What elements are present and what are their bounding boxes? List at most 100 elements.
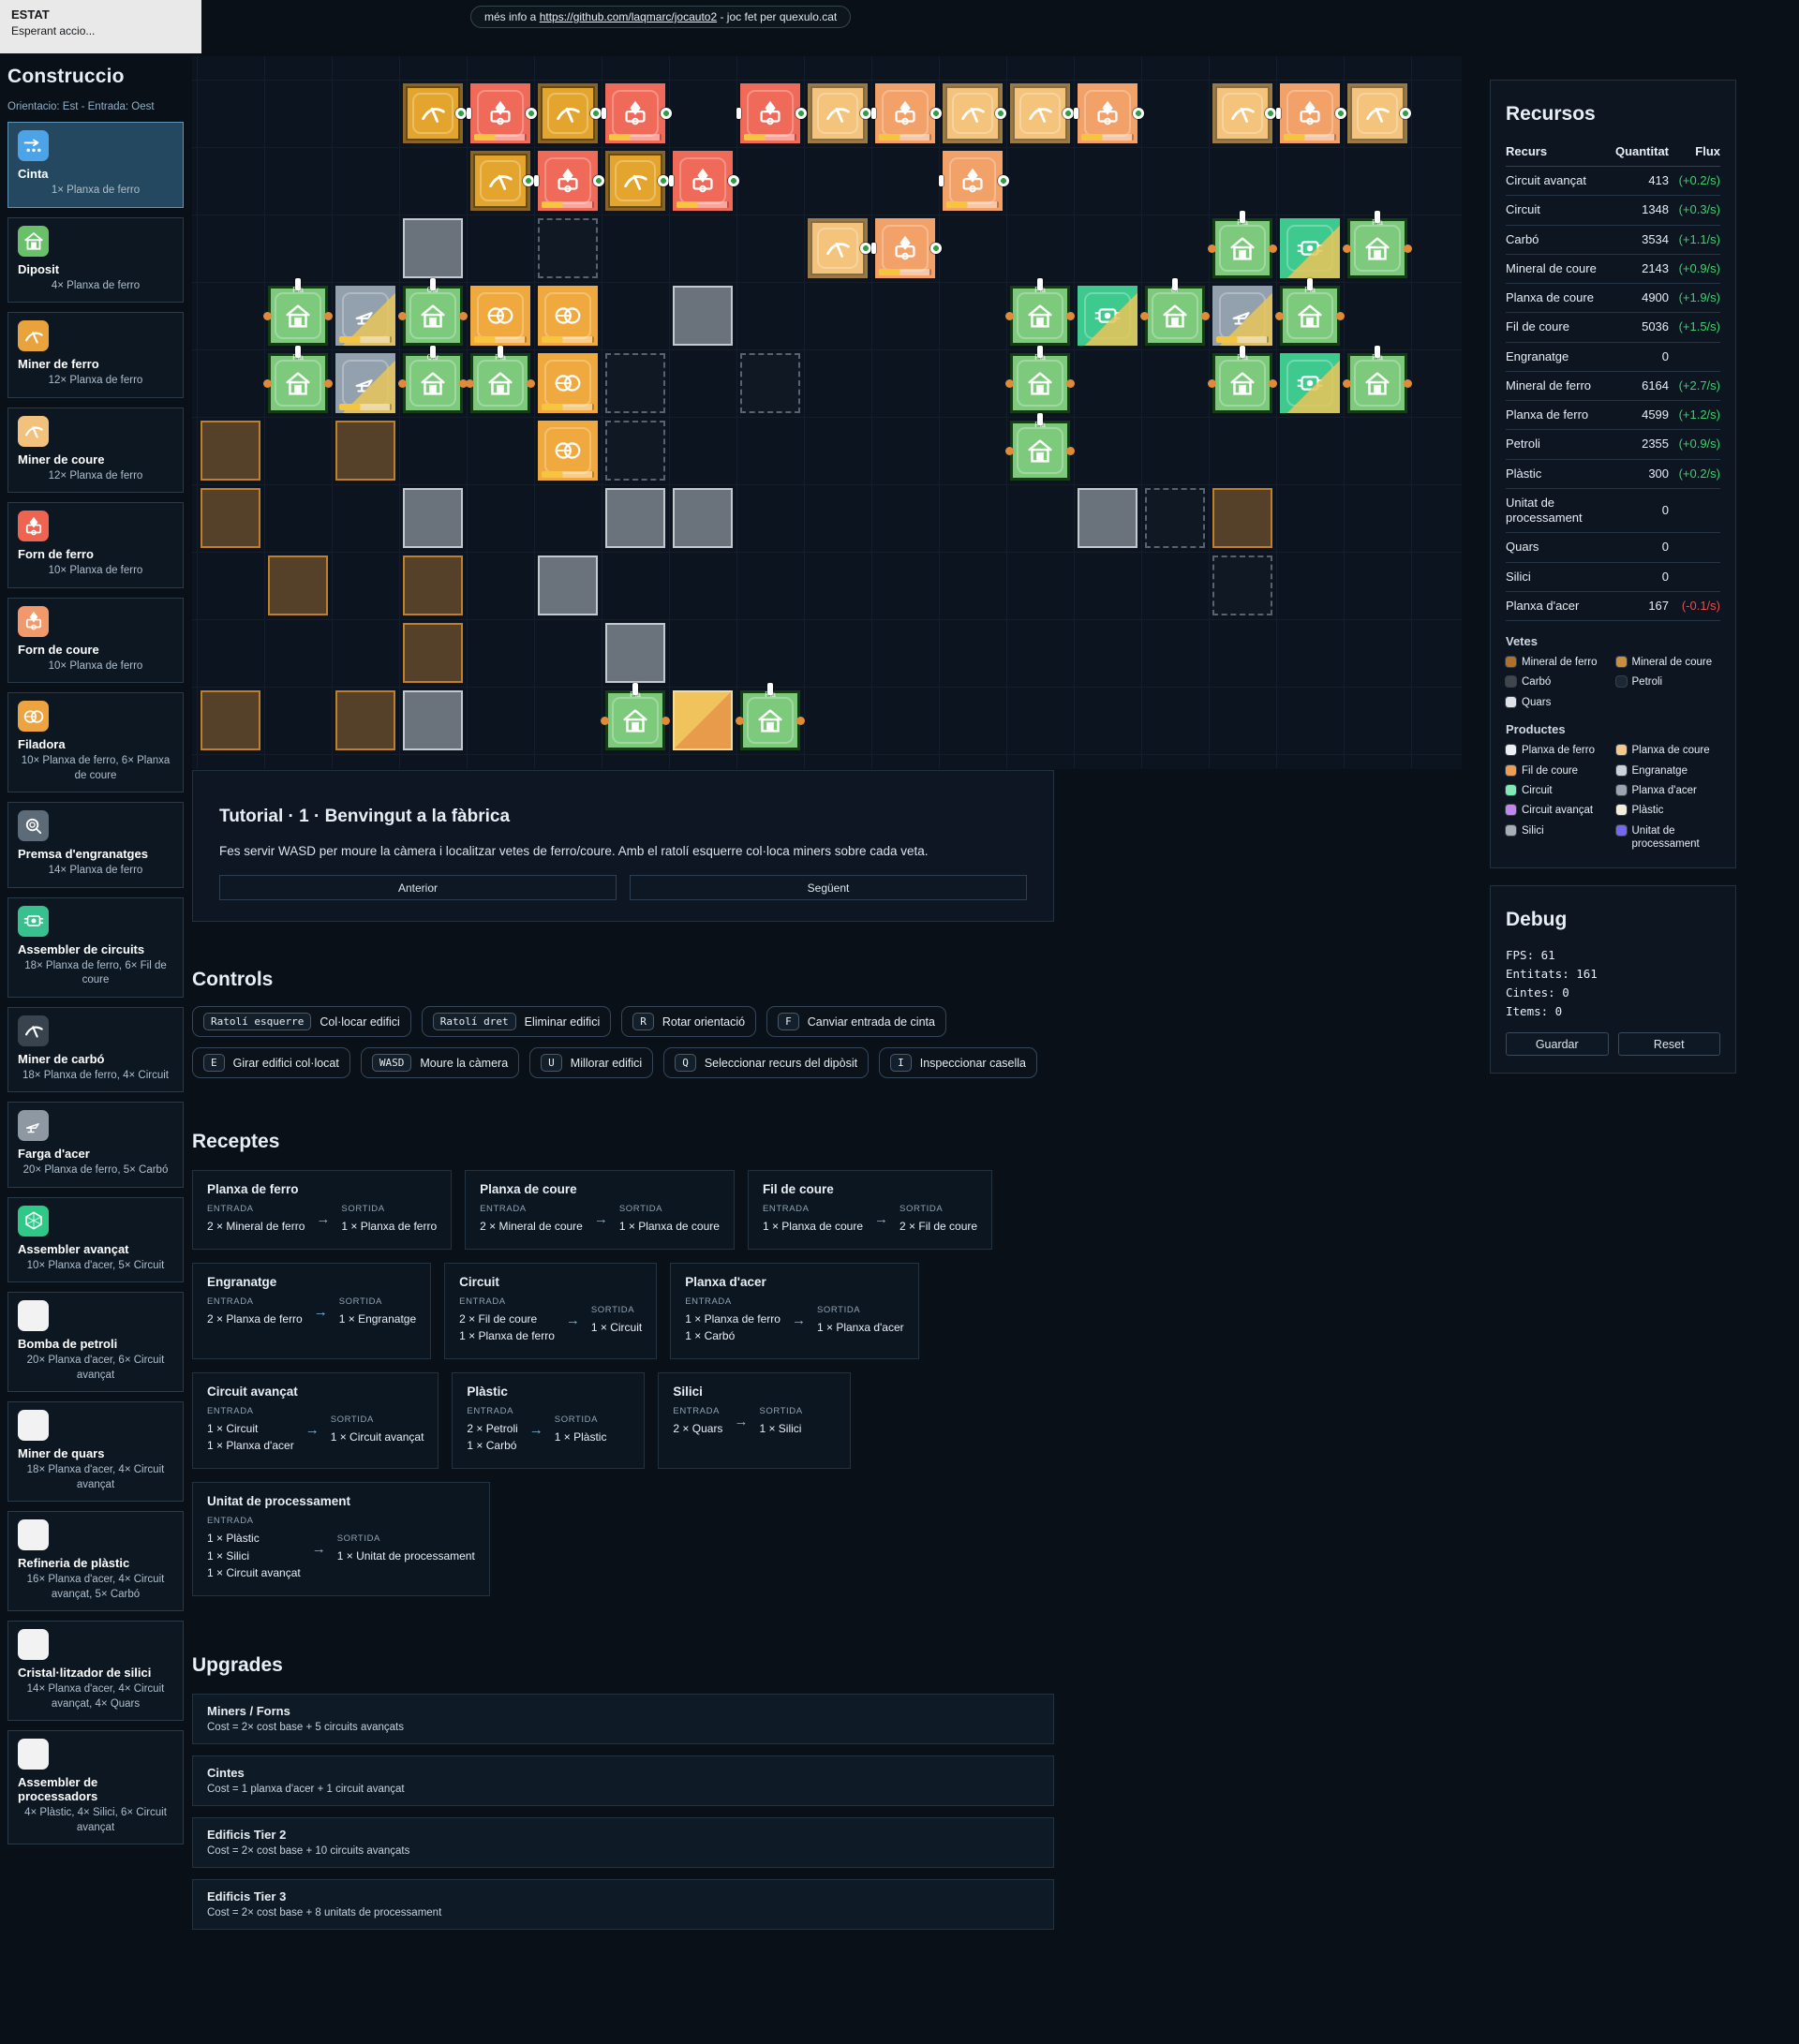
- tile-roca[interactable]: [403, 218, 463, 278]
- build-item[interactable]: Farga d'acer20× Planxa de ferro, 5× Carb…: [7, 1102, 184, 1188]
- tile-diposit[interactable]: Pla: [1347, 218, 1407, 278]
- tile-filadora[interactable]: [538, 353, 598, 413]
- tile-diposit[interactable]: Pla: [1010, 286, 1070, 346]
- build-item[interactable]: Miner de coure12× Planxa de ferro: [7, 407, 184, 494]
- tile-miner-coure[interactable]: [1347, 83, 1407, 143]
- tile-forn-ferro[interactable]: [605, 83, 665, 143]
- tile-casella-buida[interactable]: [1212, 555, 1272, 615]
- tile-diposit[interactable]: Pla: [1212, 353, 1272, 413]
- upgrade-row[interactable]: Edificis Tier 2Cost = 2× cost base + 10 …: [192, 1817, 1054, 1868]
- build-item[interactable]: Refineria de plàstic16× Planxa d'acer, 4…: [7, 1511, 184, 1611]
- tile-roca[interactable]: [605, 623, 665, 683]
- tile-miner-coure[interactable]: [943, 83, 1003, 143]
- build-item[interactable]: Miner de quars18× Planxa d'acer, 4× Circ…: [7, 1401, 184, 1502]
- tile-roca[interactable]: [673, 286, 733, 346]
- tile-miner-ferro[interactable]: [403, 83, 463, 143]
- tile-casella-buida[interactable]: [538, 218, 598, 278]
- tile-diposit[interactable]: Gr: [1145, 286, 1205, 346]
- tile-miner-ferro[interactable]: [605, 151, 665, 211]
- tile-diposit[interactable]: Pla: [470, 353, 530, 413]
- tile-forn-ferro[interactable]: [740, 83, 800, 143]
- build-item[interactable]: Forn de ferro10× Planxa de ferro: [7, 502, 184, 588]
- reset-button[interactable]: Reset: [1618, 1032, 1721, 1056]
- tile-forn-ferro[interactable]: [470, 83, 530, 143]
- build-item[interactable]: Assembler de circuits18× Planxa de ferro…: [7, 897, 184, 998]
- tile-splitter[interactable]: [673, 690, 733, 750]
- tile-miner-ferro[interactable]: [470, 151, 530, 211]
- tile-veta-ferro[interactable]: [335, 421, 395, 481]
- tile-veta-ferro[interactable]: [201, 690, 260, 750]
- build-item[interactable]: Cristal·litzador de silici14× Planxa d'a…: [7, 1621, 184, 1721]
- tile-diposit[interactable]: Pla: [268, 353, 328, 413]
- tile-veta-ferro[interactable]: [335, 690, 395, 750]
- build-item[interactable]: Miner de carbó18× Planxa de ferro, 4× Ci…: [7, 1007, 184, 1093]
- recipe-input: 1 × Circuit avançat: [207, 1564, 301, 1582]
- tile-veta-ferro[interactable]: [201, 421, 260, 481]
- tile-forn-ferro[interactable]: [673, 151, 733, 211]
- tutorial-next-button[interactable]: Següent: [630, 875, 1027, 900]
- tile-forn-ferro[interactable]: [538, 151, 598, 211]
- tile-miner-coure[interactable]: [1212, 83, 1272, 143]
- tile-diposit[interactable]: Car: [403, 286, 463, 346]
- build-item[interactable]: Premsa d'engranatges14× Planxa de ferro: [7, 802, 184, 888]
- tile-miner-coure[interactable]: [808, 83, 868, 143]
- tile-diposit[interactable]: Pla: [1280, 286, 1340, 346]
- game-canvas[interactable]: PlaPlaPlaCarPlaGrPlaPlaCarPlaPlaPlaPlaPl…: [192, 56, 1462, 769]
- tile-filadora[interactable]: [538, 421, 598, 481]
- tile-veta-ferro[interactable]: [403, 555, 463, 615]
- tile-veta-ferro[interactable]: [1212, 488, 1272, 548]
- tile-casella-buida[interactable]: [740, 353, 800, 413]
- tile-roca[interactable]: [673, 488, 733, 548]
- tile-diposit[interactable]: Pla: [605, 690, 665, 750]
- tile-farga[interactable]: [1212, 286, 1272, 346]
- tile-diposit[interactable]: Pla: [1347, 353, 1407, 413]
- tile-farga[interactable]: [335, 286, 395, 346]
- build-item[interactable]: Cinta1× Planxa de ferro: [7, 122, 184, 208]
- build-item[interactable]: Diposit4× Planxa de ferro: [7, 217, 184, 304]
- tile-assembler[interactable]: [1280, 353, 1340, 413]
- tile-forn-coure[interactable]: [1078, 83, 1137, 143]
- tile-casella-buida[interactable]: [605, 353, 665, 413]
- tile-forn-coure[interactable]: [875, 218, 935, 278]
- tile-veta-ferro[interactable]: [201, 488, 260, 548]
- tile-casella-buida[interactable]: [1145, 488, 1205, 548]
- tile-diposit[interactable]: Pla: [740, 690, 800, 750]
- tile-miner-coure[interactable]: [808, 218, 868, 278]
- tile-assembler[interactable]: [1280, 218, 1340, 278]
- tile-diposit[interactable]: Car: [403, 353, 463, 413]
- upgrade-row[interactable]: Miners / FornsCost = 2× cost base + 5 ci…: [192, 1694, 1054, 1744]
- tile-diposit[interactable]: Pla: [1010, 421, 1070, 481]
- tile-miner-coure[interactable]: [1010, 83, 1070, 143]
- build-item[interactable]: Assembler de processadors4× Plàstic, 4× …: [7, 1730, 184, 1844]
- tile-forn-coure[interactable]: [1280, 83, 1340, 143]
- tile-filadora[interactable]: [470, 286, 530, 346]
- tile-farga[interactable]: [335, 353, 395, 413]
- tile-casella-buida[interactable]: [605, 421, 665, 481]
- build-item[interactable]: Forn de coure10× Planxa de ferro: [7, 598, 184, 684]
- tile-forn-coure[interactable]: [943, 151, 1003, 211]
- build-item[interactable]: Assembler avançat10× Planxa d'acer, 5× C…: [7, 1197, 184, 1283]
- tile-roca[interactable]: [1078, 488, 1137, 548]
- tile-roca[interactable]: [403, 690, 463, 750]
- tile-roca[interactable]: [605, 488, 665, 548]
- tile-miner-ferro[interactable]: [538, 83, 598, 143]
- house-icon: [477, 360, 524, 407]
- tile-roca[interactable]: [403, 488, 463, 548]
- upgrade-row[interactable]: CintesCost = 1 planxa d'acer + 1 circuit…: [192, 1755, 1054, 1806]
- tile-diposit[interactable]: Pla: [1010, 353, 1070, 413]
- build-item[interactable]: Miner de ferro12× Planxa de ferro: [7, 312, 184, 398]
- tile-veta-ferro[interactable]: [268, 555, 328, 615]
- github-link[interactable]: https://github.com/laqmarc/jocauto2: [540, 10, 717, 23]
- tutorial-prev-button[interactable]: Anterior: [219, 875, 617, 900]
- tile-filadora[interactable]: [538, 286, 598, 346]
- tile-diposit[interactable]: Pla: [1212, 218, 1272, 278]
- tile-assembler[interactable]: [1078, 286, 1137, 346]
- tile-diposit[interactable]: Pla: [268, 286, 328, 346]
- build-item[interactable]: Bomba de petroli20× Planxa d'acer, 6× Ci…: [7, 1292, 184, 1392]
- tile-forn-coure[interactable]: [875, 83, 935, 143]
- save-button[interactable]: Guardar: [1506, 1032, 1609, 1056]
- upgrade-row[interactable]: Edificis Tier 3Cost = 2× cost base + 8 u…: [192, 1879, 1054, 1930]
- tile-veta-ferro[interactable]: [403, 623, 463, 683]
- tile-roca[interactable]: [538, 555, 598, 615]
- build-item[interactable]: Filadora10× Planxa de ferro, 6× Planxa d…: [7, 692, 184, 792]
